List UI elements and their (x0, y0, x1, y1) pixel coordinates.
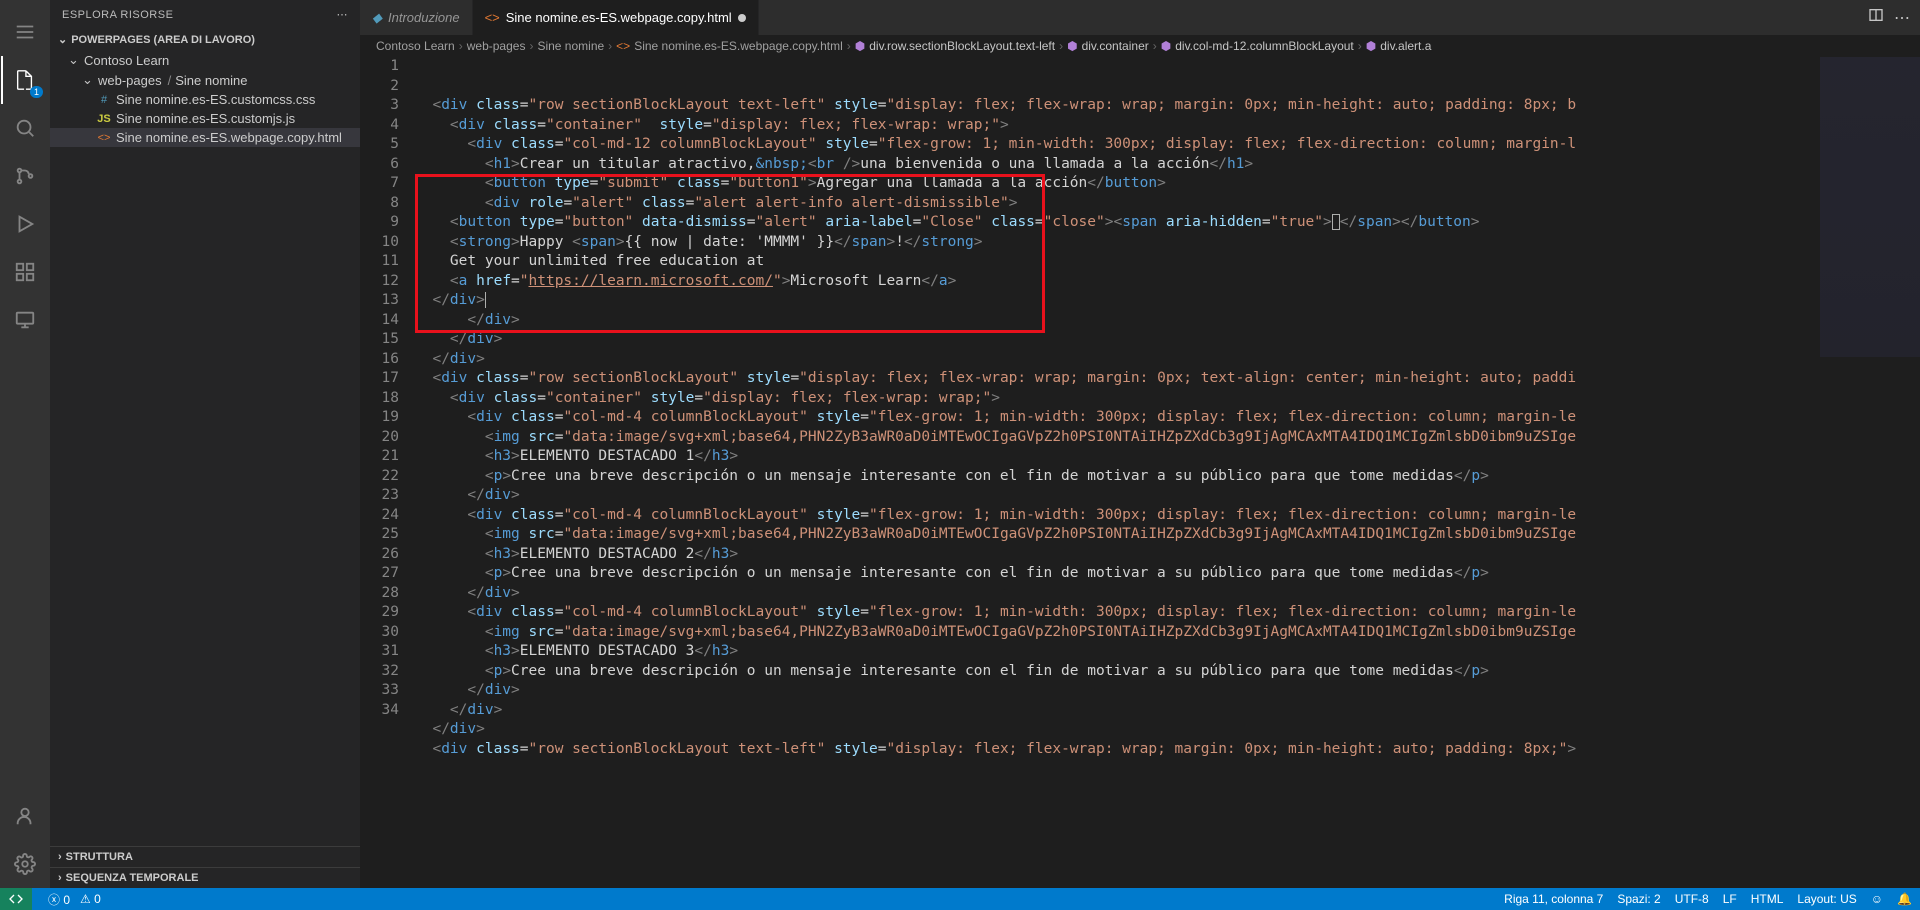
explorer-icon[interactable]: 1 (1, 56, 49, 104)
timeline-section[interactable]: ›SEQUENZA TEMPORALE (50, 867, 360, 888)
badge: 1 (30, 86, 43, 98)
language-mode[interactable]: HTML (1751, 892, 1784, 906)
symbol-icon: ⬢ (1366, 39, 1376, 53)
html-file-icon: <> (96, 132, 112, 144)
eol[interactable]: LF (1723, 892, 1737, 906)
more-icon[interactable]: ⋯ (337, 8, 349, 21)
code-content[interactable]: <div class="row sectionBlockLayout text-… (415, 57, 1920, 888)
sidebar-title: ESPLORA RISORSE (62, 9, 173, 21)
js-file-icon: JS (96, 113, 112, 125)
cursor-position[interactable]: Riga 11, colonna 7 (1504, 892, 1603, 906)
menu-icon[interactable] (1, 8, 49, 56)
tree-file-html[interactable]: <>Sine nomine.es-ES.webpage.copy.html (50, 128, 360, 147)
tree-file-js[interactable]: JSSine nomine.es-ES.customjs.js (50, 109, 360, 128)
symbol-icon: ⬢ (1067, 39, 1077, 53)
settings-gear-icon[interactable] (1, 840, 49, 888)
source-control-icon[interactable] (1, 152, 49, 200)
editor-area: ◆Introduzione <>Sine nomine.es-ES.webpag… (360, 0, 1920, 888)
accounts-icon[interactable] (1, 792, 49, 840)
errors-icon[interactable]: ⓧ 0 (48, 891, 70, 908)
tree-folder-root[interactable]: ⌄Contoso Learn (50, 50, 360, 70)
tab-webpage[interactable]: <>Sine nomine.es-ES.webpage.copy.html (473, 0, 759, 35)
symbol-icon: ⬢ (1161, 39, 1171, 53)
notifications-icon[interactable]: 🔔 (1897, 892, 1912, 906)
minimap[interactable] (1820, 57, 1920, 357)
run-debug-icon[interactable] (1, 200, 49, 248)
breadcrumbs[interactable]: Contoso Learn› web-pages› Sine nomine› <… (360, 35, 1920, 57)
remote-explorer-icon[interactable] (1, 296, 49, 344)
tree-folder-webpages[interactable]: ⌄web-pages/Sine nomine (50, 70, 360, 90)
outline-section[interactable]: ›STRUTTURA (50, 846, 360, 867)
tab-introduzione[interactable]: ◆Introduzione (360, 0, 473, 35)
css-file-icon: # (96, 94, 112, 106)
split-editor-icon[interactable] (1868, 7, 1884, 28)
html-file-icon: <> (616, 39, 630, 53)
line-gutter: 1234567891011121314151617181920212223242… (360, 57, 415, 888)
activity-bar: 1 (0, 0, 50, 888)
dirty-indicator-icon (738, 14, 746, 22)
feedback-icon[interactable]: ☺ (1871, 892, 1883, 906)
html-file-icon: <> (485, 10, 500, 25)
indentation[interactable]: Spazi: 2 (1617, 892, 1660, 906)
editor-tabs: ◆Introduzione <>Sine nomine.es-ES.webpag… (360, 0, 1920, 35)
more-actions-icon[interactable]: ⋯ (1894, 8, 1910, 28)
layout[interactable]: Layout: US (1797, 892, 1856, 906)
workspace-section[interactable]: ⌄POWERPAGES (AREA DI LAVORO) (50, 29, 360, 50)
tree-file-css[interactable]: #Sine nomine.es-ES.customcss.css (50, 90, 360, 109)
extensions-icon[interactable] (1, 248, 49, 296)
file-tree: ⌄Contoso Learn ⌄web-pages/Sine nomine #S… (50, 50, 360, 846)
search-icon[interactable] (1, 104, 49, 152)
sidebar: ESPLORA RISORSE ⋯ ⌄POWERPAGES (AREA DI L… (50, 0, 360, 888)
status-bar: ⓧ 0 ⚠ 0 Riga 11, colonna 7 Spazi: 2 UTF-… (0, 888, 1920, 910)
code-editor[interactable]: 1234567891011121314151617181920212223242… (360, 57, 1920, 888)
remote-indicator-icon[interactable] (0, 888, 32, 910)
warnings-icon[interactable]: ⚠ 0 (80, 892, 101, 906)
symbol-icon: ⬢ (855, 39, 865, 53)
vscode-icon: ◆ (372, 10, 382, 26)
encoding[interactable]: UTF-8 (1675, 892, 1709, 906)
